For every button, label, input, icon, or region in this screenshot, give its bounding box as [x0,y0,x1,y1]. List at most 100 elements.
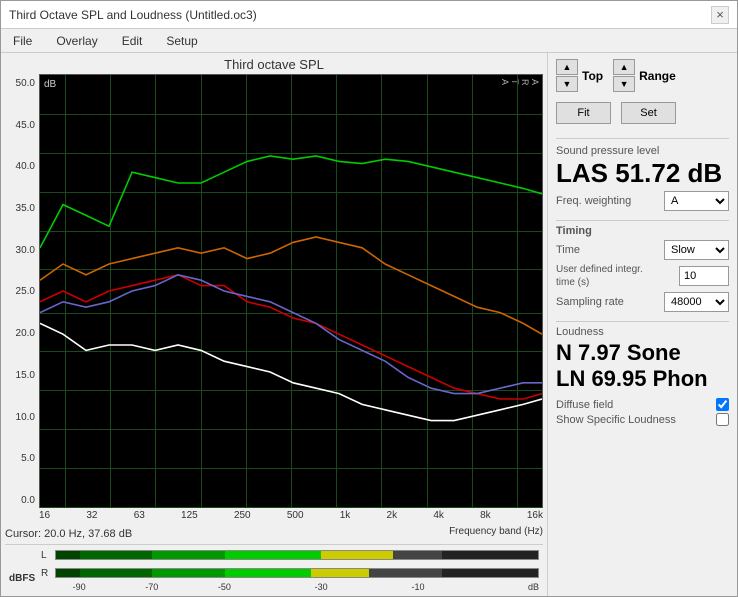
x-32: 32 [86,510,97,524]
y-label-5: 5.0 [21,453,35,464]
meter-r-row: R [41,565,539,581]
diffuse-field-row: Diffuse field [556,398,729,411]
x-4k: 4k [433,510,444,524]
window-title: Third Octave SPL and Loudness (Untitled.… [9,8,257,22]
x-250: 250 [234,510,251,524]
freq-weighting-select[interactable]: A C Z [664,191,729,211]
tick-50: -50 [218,582,231,592]
top-label: Top [582,69,603,83]
chart-and-x: dB ARTA [39,74,543,526]
chart-wrapper: 50.0 45.0 40.0 35.0 30.0 25.0 20.0 15.0 … [5,74,543,526]
x-axis: 16 32 63 125 250 500 1k 2k 4k 8k 16k [39,508,543,526]
y-label-15: 15.0 [16,370,35,381]
tick-90: -90 [73,582,86,592]
loudness-label: Loudness [556,326,729,338]
y-label-35: 35.0 [16,203,35,214]
top-up-button[interactable]: ▲ [556,59,578,75]
cursor-info: Cursor: 20.0 Hz, 37.68 dB [5,526,132,542]
y-axis: 50.0 45.0 40.0 35.0 30.0 25.0 20.0 15.0 … [5,74,39,526]
seg5 [321,551,393,559]
sampling-rate-row: Sampling rate 44100 48000 96000 [556,292,729,312]
freq-band-label: Frequency band (Hz) [449,526,543,542]
title-bar: Third Octave SPL and Loudness (Untitled.… [1,1,737,29]
x-2k: 2k [387,510,398,524]
y-label-30: 30.0 [16,245,35,256]
rseg6 [369,569,441,577]
loudness-section: Loudness N 7.97 Sone LN 69.95 Phon Diffu… [556,321,729,429]
spl-value: LAS 51.72 dB [556,159,729,188]
tick-area: -90 -70 -50 -30 -10 dB [55,582,539,596]
chart-title: Third octave SPL [5,57,543,72]
loudness-ln-value: LN 69.95 Phon [556,366,729,392]
main-content: Third octave SPL 50.0 45.0 40.0 35.0 30.… [1,53,737,596]
x-500: 500 [287,510,304,524]
y-label-45: 45.0 [16,120,35,131]
rseg5 [311,569,369,577]
fit-button[interactable]: Fit [556,102,611,124]
nav-controls: ▲ ▼ Top ▲ ▼ Range [556,59,729,92]
x-16: 16 [39,510,50,524]
chart-plot[interactable]: dB ARTA [39,74,543,508]
show-specific-checkbox[interactable] [716,413,729,426]
cursor-freq-row: Cursor: 20.0 Hz, 37.68 dB Frequency band… [5,526,543,544]
x-8k: 8k [480,510,491,524]
r-label: R [41,568,55,579]
meters-area: dBFS L [5,545,543,596]
meter-bars: L [41,547,539,582]
seg1 [56,551,80,559]
diffuse-field-checkbox[interactable] [716,398,729,411]
x-1k: 1k [340,510,351,524]
range-label: Range [639,69,676,83]
range-arrows: ▲ ▼ [613,59,635,92]
y-label-25: 25.0 [16,286,35,297]
menu-bar: File Overlay Edit Setup [1,29,737,53]
set-button[interactable]: Set [621,102,676,124]
loudness-n-value: N 7.97 Sone [556,340,729,366]
freq-weighting-label: Freq. weighting [556,195,631,207]
timing-label: Timing [556,225,729,237]
y-label-40: 40.0 [16,161,35,172]
diffuse-field-label: Diffuse field [556,399,613,411]
show-specific-row: Show Specific Loudness [556,413,729,426]
meter-l-row: L [41,547,539,563]
range-control: ▲ ▼ Range [613,59,676,92]
spl-section-label: Sound pressure level [556,145,729,157]
menu-overlay[interactable]: Overlay [52,33,101,49]
user-integr-input[interactable] [679,266,729,286]
chart-area: Third octave SPL 50.0 45.0 40.0 35.0 30.… [1,53,547,596]
right-panel: ▲ ▼ Top ▲ ▼ Range Fit Set [547,53,737,596]
bar-and-ticks: L [41,547,539,596]
close-button[interactable]: × [711,6,729,24]
tick-70: -70 [145,582,158,592]
rseg3 [152,569,224,577]
seg7 [442,551,538,559]
x-125: 125 [181,510,198,524]
top-down-button[interactable]: ▼ [556,76,578,92]
spl-section: Sound pressure level LAS 51.72 dB Freq. … [556,138,729,214]
main-window: Third Octave SPL and Loudness (Untitled.… [0,0,738,597]
y-label-10: 10.0 [16,412,35,423]
rseg2 [80,569,152,577]
y-label-20: 20.0 [16,328,35,339]
y-label-50: 50.0 [16,78,35,89]
top-control: ▲ ▼ Top [556,59,603,92]
range-up-button[interactable]: ▲ [613,59,635,75]
dbfs-label: dBFS [9,573,37,584]
x-16k: 16k [527,510,543,524]
menu-setup[interactable]: Setup [162,33,201,49]
menu-edit[interactable]: Edit [118,33,147,49]
fit-set-row: Fit Set [556,102,729,124]
range-down-button[interactable]: ▼ [613,76,635,92]
sampling-rate-select[interactable]: 44100 48000 96000 [664,292,729,312]
l-bar [55,550,539,560]
user-integr-row: User defined integr. time (s) [556,263,729,289]
tick-30: -30 [315,582,328,592]
freq-weighting-row: Freq. weighting A C Z [556,191,729,211]
show-specific-label: Show Specific Loudness [556,414,676,426]
chart-svg [40,75,542,507]
seg6 [393,551,441,559]
l-label: L [41,550,55,561]
time-row: Time Slow Fast Impulse [556,240,729,260]
time-select[interactable]: Slow Fast Impulse [664,240,729,260]
menu-file[interactable]: File [9,33,36,49]
